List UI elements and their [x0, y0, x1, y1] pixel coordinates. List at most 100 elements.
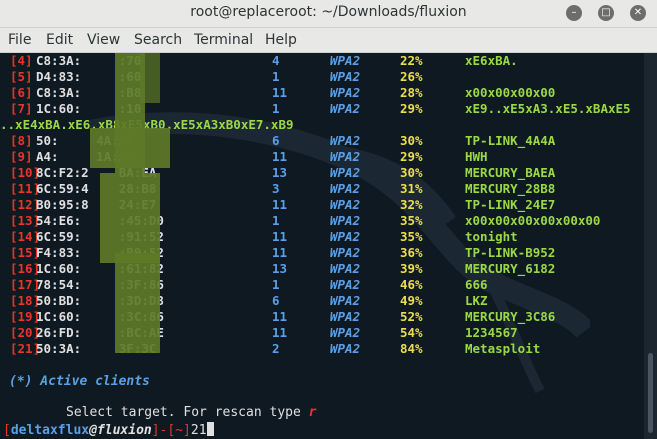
close-icon: ✕	[633, 7, 643, 18]
active-clients-label: (*) Active clients	[9, 374, 150, 389]
network-channel: 6	[272, 293, 280, 308]
typed-input[interactable]: 21	[191, 423, 207, 438]
menu-terminal[interactable]: Terminal	[194, 32, 253, 48]
network-power: 52%	[400, 309, 423, 324]
minimize-icon: –	[571, 7, 577, 18]
network-power: 30%	[400, 133, 423, 148]
network-encryption: WPA2	[330, 69, 361, 84]
network-encryption: WPA2	[330, 165, 361, 180]
network-encryption: WPA2	[330, 197, 361, 212]
network-power: 39%	[400, 261, 423, 276]
network-essid: MERCURY_3C86	[465, 309, 556, 324]
network-power: 29%	[400, 149, 423, 164]
network-encryption: WPA2	[330, 133, 361, 148]
network-encryption: WPA2	[330, 229, 361, 244]
scrollbar-thumb[interactable]	[648, 353, 653, 433]
rescan-key: r	[308, 405, 317, 420]
network-index: [6]	[10, 85, 33, 100]
title-bar[interactable]: root@replaceroot: ~/Downloads/fluxion – …	[0, 0, 657, 28]
network-channel: 11	[272, 149, 288, 164]
select-target-prompt: Select target. For rescan type r	[66, 405, 316, 420]
network-channel: 3	[272, 181, 280, 196]
network-encryption: WPA2	[330, 101, 361, 116]
network-channel: 11	[272, 325, 288, 340]
menu-file[interactable]: File	[8, 32, 31, 48]
network-channel: 13	[272, 165, 288, 180]
menu-view[interactable]: View	[87, 32, 120, 48]
network-encryption: WPA2	[330, 293, 361, 308]
terminal-cursor	[206, 422, 214, 436]
minimize-button[interactable]: –	[566, 5, 582, 21]
network-essid: TP-LINK-B952	[465, 245, 556, 260]
network-channel: 11	[272, 245, 288, 260]
network-encryption: WPA2	[330, 341, 361, 356]
network-essid: 1234567	[465, 325, 518, 340]
network-encryption: WPA2	[330, 325, 361, 340]
network-essid: MERCURY_6182	[465, 261, 556, 276]
network-encryption: WPA2	[330, 149, 361, 164]
menu-bar: File Edit View Search Terminal Help	[0, 28, 657, 53]
network-essid: TP-LINK_4A4A	[465, 133, 556, 148]
network-channel: 11	[272, 85, 288, 100]
network-power: 46%	[400, 277, 423, 292]
network-channel: 11	[272, 229, 288, 244]
network-power: 26%	[400, 69, 423, 84]
network-channel: 6	[272, 133, 280, 148]
menu-edit[interactable]: Edit	[46, 32, 73, 48]
terminal-output[interactable]: [4] C8:3A: :70 4 WPA2 22% xE6xBA. [5] D4:83: :6…	[0, 53, 644, 439]
network-encryption: WPA2	[330, 53, 361, 68]
network-essid: TP-LINK_24E7	[465, 197, 556, 212]
network-essid: MERCURY_BAEA	[465, 165, 556, 180]
network-index: [9]	[10, 149, 33, 164]
network-channel: 11	[272, 197, 288, 212]
network-power: 32%	[400, 197, 423, 212]
network-power: 54%	[400, 325, 423, 340]
network-power: 22%	[400, 53, 423, 68]
network-essid: xE6xBA.	[465, 53, 518, 68]
network-power: 28%	[400, 85, 423, 100]
maximize-icon: □	[601, 7, 611, 18]
network-channel: 1	[272, 101, 280, 116]
network-channel: 4	[272, 53, 280, 68]
network-encryption: WPA2	[330, 213, 361, 228]
close-button[interactable]: ✕	[630, 5, 646, 21]
network-channel: 1	[272, 213, 280, 228]
network-encryption: WPA2	[330, 181, 361, 196]
network-channel: 13	[272, 261, 288, 276]
network-encryption: WPA2	[330, 261, 361, 276]
network-essid: 666	[465, 277, 488, 292]
network-channel: 2	[272, 341, 280, 356]
menu-help[interactable]: Help	[265, 32, 297, 48]
network-essid: xE9..xE5xA3.xE5.xBAxE5	[465, 101, 631, 116]
network-essid: HWH	[465, 149, 488, 164]
window-title: root@replaceroot: ~/Downloads/fluxion	[190, 4, 467, 20]
network-essid: MERCURY_28B8	[465, 181, 556, 196]
network-encryption: WPA2	[330, 245, 361, 260]
network-essid: x00x00x00x00	[465, 85, 556, 100]
shell-dir: ~	[175, 423, 184, 438]
shell-prompt[interactable]: [deltaxflux@fluxion]-[~]21	[3, 422, 214, 438]
network-essid: Metasploit	[465, 341, 541, 356]
network-power: 84%	[400, 341, 423, 356]
shell-user: deltaxflux	[10, 423, 90, 438]
network-index: [5]	[10, 69, 33, 84]
maximize-button[interactable]: □	[598, 5, 614, 21]
network-index: [4]	[10, 53, 33, 68]
shell-host: fluxion	[96, 423, 152, 438]
network-encryption: WPA2	[330, 85, 361, 100]
network-channel: 1	[272, 277, 280, 292]
network-power: 31%	[400, 181, 423, 196]
network-index: [8]	[10, 133, 33, 148]
network-power: 36%	[400, 245, 423, 260]
network-essid: x00x00x00x00x00x00	[465, 213, 601, 228]
terminal-scrollbar[interactable]	[644, 53, 657, 439]
network-index: [7]	[10, 101, 33, 116]
menu-search[interactable]: Search	[134, 32, 182, 48]
network-essid: tonight	[465, 229, 518, 244]
network-channel: 1	[272, 69, 280, 84]
network-power: 30%	[400, 165, 423, 180]
network-power: 35%	[400, 213, 423, 228]
network-channel: 11	[272, 309, 288, 324]
prompt-text: Select target. For rescan type	[66, 405, 309, 420]
network-power: 49%	[400, 293, 423, 308]
